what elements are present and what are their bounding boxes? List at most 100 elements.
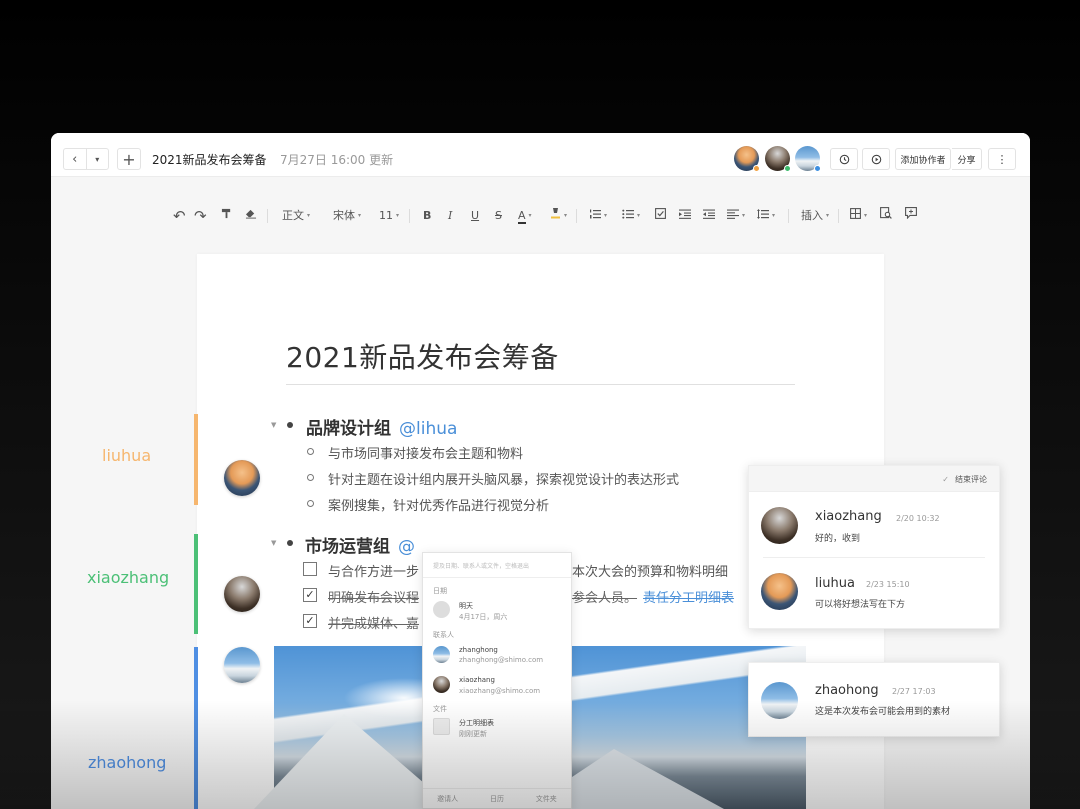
- doc-title[interactable]: 2021新品发布会筹备: [152, 151, 267, 168]
- highlight-button[interactable]: ▾: [550, 207, 567, 225]
- task-checkbox[interactable]: [303, 562, 317, 576]
- task-checkbox[interactable]: ✓: [303, 588, 317, 602]
- font-color-button[interactable]: A ▾: [518, 207, 532, 225]
- sub-bullet: [307, 448, 314, 455]
- clear-format-button[interactable]: [245, 207, 257, 225]
- share-button[interactable]: 分享: [952, 148, 982, 170]
- bold-button[interactable]: B: [423, 207, 431, 225]
- avatar-xiaozhang[interactable]: [224, 576, 260, 612]
- tab-calendar[interactable]: 日历: [472, 789, 521, 809]
- strikethrough-button[interactable]: S: [495, 207, 502, 225]
- contact-option[interactable]: xiaozhang: [459, 676, 495, 684]
- caret-icon: ▾: [864, 212, 868, 219]
- comment-button[interactable]: [905, 207, 917, 225]
- collaborator-avatar-1[interactable]: [734, 146, 760, 172]
- toolbar-divider: [409, 209, 410, 223]
- comment-thread: ✓ 结束评论 xiaozhang 2/20 10:32 好的，收到 liuhua …: [748, 465, 1000, 629]
- bullet-list-button[interactable]: ▾: [622, 207, 640, 225]
- caret-icon: ▾: [396, 212, 400, 219]
- comment-date: 2/27 17:03: [892, 687, 936, 696]
- undo-button[interactable]: ↶: [173, 207, 186, 225]
- collaborator-label-liuhua: liuhua: [102, 446, 152, 465]
- file-option[interactable]: 分工明细表: [459, 718, 494, 728]
- history-menu-button[interactable]: ▾: [85, 149, 109, 169]
- add-collaborator-button[interactable]: 添加协作者: [895, 148, 951, 170]
- section-heading-text: 市场运营组: [305, 537, 390, 557]
- caret-icon: ▾: [307, 212, 311, 219]
- comment-icon: [905, 207, 917, 220]
- list-item[interactable]: 针对主题在设计组内展开头脑风暴，探索视觉设计的表达形式: [328, 469, 679, 488]
- caret-icon: ▾: [637, 212, 641, 219]
- comment-text: 可以将好想法写在下方: [815, 600, 906, 610]
- tab-invite[interactable]: 邀请人: [423, 789, 472, 809]
- task-text[interactable]: 并完成媒体、嘉: [328, 613, 419, 632]
- table-button[interactable]: ▾: [850, 207, 867, 225]
- history-icon: [839, 154, 849, 164]
- tab-folder[interactable]: 文件夹: [522, 789, 571, 809]
- align-button[interactable]: ▾: [727, 207, 745, 225]
- avatar: [761, 507, 798, 544]
- avatar-zhaohong[interactable]: [224, 647, 260, 683]
- task-text-right[interactable]: 参会人员。: [572, 587, 637, 606]
- task-text-right[interactable]: 本次大会的预算和物料明细: [572, 561, 728, 580]
- doc-link[interactable]: 责任分工明细表: [643, 587, 734, 606]
- insert-label: 插入: [801, 209, 823, 222]
- resolve-comment-button[interactable]: ✓ 结束评论: [942, 474, 987, 485]
- align-icon: [727, 209, 739, 219]
- list-item[interactable]: 案例搜集，针对优秀作品进行视觉分析: [328, 495, 549, 514]
- style-value: 正文: [282, 209, 304, 222]
- title-bar: ‹ ▾ + 2021新品发布会筹备 7月27日 16:00 更新 添加协作者 分…: [51, 133, 1030, 177]
- line-height-icon: [757, 209, 769, 219]
- popup-hint: 提及日期、联系人或文件，空格退出: [433, 563, 530, 570]
- outdent-button[interactable]: [703, 207, 715, 225]
- style-select[interactable]: 正文 ▾: [282, 207, 310, 225]
- avatar-liuhua[interactable]: [224, 460, 260, 496]
- task-checkbox[interactable]: ✓: [303, 614, 317, 628]
- task-text[interactable]: 明确发布会议程: [328, 587, 419, 606]
- collaborator-label-zhaohong: zhaohong: [88, 753, 167, 772]
- task-list-button[interactable]: [655, 207, 666, 225]
- more-button[interactable]: ⋮: [988, 148, 1016, 170]
- present-button[interactable]: [862, 148, 890, 170]
- underline-button[interactable]: U: [471, 207, 479, 225]
- list-item[interactable]: 与市场同事对接发布会主题和物料: [328, 443, 523, 462]
- resolve-label: 结束评论: [955, 475, 987, 484]
- calendar-icon: [433, 601, 450, 618]
- find-icon: [880, 207, 892, 219]
- ordered-list-icon: [590, 209, 601, 219]
- new-doc-button[interactable]: +: [117, 148, 141, 170]
- history-button[interactable]: [830, 148, 858, 170]
- indent-icon: [679, 209, 691, 219]
- comment-author: zhaohong: [815, 683, 879, 698]
- size-select[interactable]: 11 ▾: [379, 207, 399, 225]
- mention-tag[interactable]: @: [398, 537, 415, 557]
- ordered-list-button[interactable]: ▾: [589, 207, 607, 225]
- contact-email: xiaozhang@shimo.com: [459, 687, 541, 695]
- contact-option[interactable]: zhanghong: [459, 646, 498, 654]
- date-option[interactable]: 明天: [459, 601, 473, 611]
- format-toolbar: ↶ ↷ 正文 ▾ 宋体 ▾ 11 ▾ B I U S A ▾ ▾ ▾ ▾ ▾ ▾…: [51, 203, 1030, 229]
- line-height-button[interactable]: ▾: [757, 207, 775, 225]
- updated-time: 7月27日 16:00 更新: [280, 153, 394, 167]
- mention-tag[interactable]: @lihua: [399, 419, 457, 439]
- section-heading-brand[interactable]: 品牌设计组 @lihua: [306, 414, 457, 439]
- comment-author: liuhua: [815, 576, 855, 591]
- section-heading-marketing[interactable]: 市场运营组 @: [305, 532, 415, 557]
- collapse-icon[interactable]: ▼: [271, 421, 276, 429]
- collaborator-avatar-3[interactable]: [795, 146, 821, 172]
- format-painter-button[interactable]: [221, 207, 232, 225]
- task-text[interactable]: 与合作方进一步: [328, 561, 419, 580]
- find-button[interactable]: [880, 207, 892, 225]
- toolbar-divider: [788, 209, 789, 223]
- document-title[interactable]: 2021新品发布会筹备: [286, 336, 559, 376]
- bullet-list-icon: [622, 209, 634, 219]
- insert-menu[interactable]: 插入 ▾: [801, 207, 829, 225]
- indent-button[interactable]: [679, 207, 691, 225]
- collapse-icon[interactable]: ▼: [271, 539, 276, 547]
- comment-text: 好的，收到: [815, 534, 861, 544]
- italic-button[interactable]: I: [448, 207, 452, 225]
- font-select[interactable]: 宋体 ▾: [333, 207, 361, 225]
- back-button[interactable]: ‹: [64, 149, 86, 169]
- redo-button[interactable]: ↷: [194, 207, 207, 225]
- collaborator-avatar-2[interactable]: [765, 146, 791, 172]
